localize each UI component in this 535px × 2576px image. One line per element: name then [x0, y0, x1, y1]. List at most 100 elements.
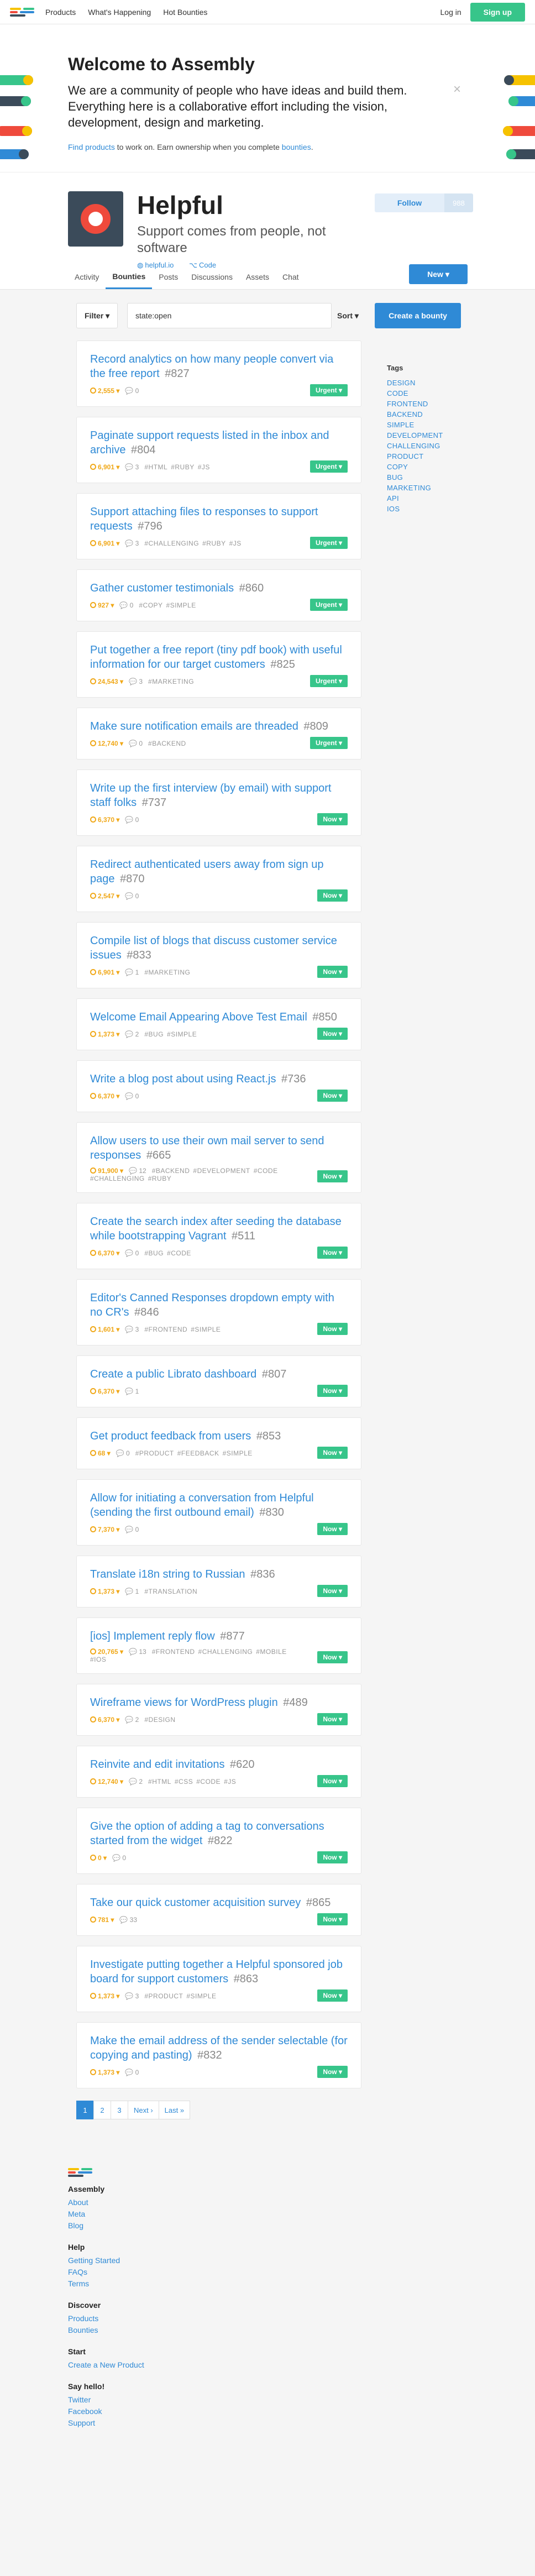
bounty-tag[interactable]: #TRANSLATION — [144, 1588, 197, 1595]
nav-products[interactable]: Products — [45, 8, 76, 17]
bounty-tag[interactable]: #JS — [224, 1778, 236, 1786]
status-badge[interactable]: Now ▾ — [317, 1247, 348, 1259]
sidebar-tag-link[interactable]: API — [387, 493, 464, 504]
bounty-title[interactable]: [ios] Implement reply flow #877 — [90, 1630, 250, 1642]
nav-hot-bounties[interactable]: Hot Bounties — [163, 8, 207, 17]
footer-link[interactable]: Getting Started — [68, 2255, 535, 2266]
sidebar-tag-link[interactable]: SIMPLE — [387, 420, 464, 430]
bounty-tag[interactable]: #BACKEND — [148, 740, 186, 747]
sidebar-tag-link[interactable]: IOS — [387, 504, 464, 514]
bounty-value[interactable]: 68 ▾ — [90, 1449, 111, 1457]
bounty-tag[interactable]: #HTML — [148, 1778, 171, 1786]
status-badge[interactable]: Now ▾ — [317, 889, 348, 902]
bounty-tag[interactable]: #DESIGN — [144, 1716, 175, 1724]
page-link[interactable]: Next › — [128, 2101, 159, 2119]
bounty-tag[interactable]: #FRONTEND — [144, 1326, 187, 1333]
bounty-title[interactable]: Wireframe views for WordPress plugin #48… — [90, 1697, 313, 1709]
bounty-value[interactable]: 6,370 ▾ — [90, 1092, 119, 1100]
status-badge[interactable]: Now ▾ — [317, 1913, 348, 1925]
sidebar-tag-link[interactable]: PRODUCT — [387, 451, 464, 462]
bounty-tag[interactable]: #PRODUCT — [144, 1992, 183, 2000]
bounty-tag[interactable]: #DEVELOPMENT — [193, 1167, 250, 1175]
sidebar-tag-link[interactable]: DEVELOPMENT — [387, 430, 464, 441]
tab-activity[interactable]: Activity — [68, 265, 106, 289]
footer-link[interactable]: Support — [68, 2417, 535, 2429]
status-badge[interactable]: Now ▾ — [317, 1523, 348, 1535]
bounty-tag[interactable]: #CODE — [167, 1249, 191, 1257]
footer-link[interactable]: Terms — [68, 2278, 535, 2290]
status-badge[interactable]: Now ▾ — [317, 1585, 348, 1597]
bounty-tag[interactable]: #FRONTEND — [152, 1648, 195, 1656]
status-badge[interactable]: Now ▾ — [317, 1090, 348, 1102]
status-badge[interactable]: Now ▾ — [317, 1713, 348, 1725]
signup-button[interactable]: Sign up — [470, 2, 525, 22]
bounty-title[interactable]: Compile list of blogs that discuss custo… — [90, 935, 337, 961]
bounty-tag[interactable]: #COPY — [139, 601, 162, 609]
sidebar-tag-link[interactable]: FRONTEND — [387, 399, 464, 409]
bounty-value[interactable]: 1,373 ▾ — [90, 2069, 119, 2076]
filter-button[interactable]: Filter ▾ — [76, 303, 118, 328]
status-badge[interactable]: Now ▾ — [317, 1323, 348, 1335]
bounty-tag[interactable]: #BUG — [144, 1030, 164, 1038]
status-badge[interactable]: Now ▾ — [317, 1651, 348, 1663]
tab-posts[interactable]: Posts — [152, 265, 185, 289]
bounties-link[interactable]: bounties — [282, 143, 311, 151]
status-badge[interactable]: Now ▾ — [317, 1028, 348, 1040]
page-link[interactable]: 2 — [93, 2101, 111, 2119]
bounty-title[interactable]: Create the search index after seeding th… — [90, 1216, 342, 1242]
bounty-title[interactable]: Record analytics on how many people conv… — [90, 353, 333, 380]
bounty-value[interactable]: 6,901 ▾ — [90, 540, 119, 547]
bounty-tag[interactable]: #CHALLENGING — [90, 1175, 145, 1182]
status-badge[interactable]: Now ▾ — [317, 1170, 348, 1182]
sidebar-tag-link[interactable]: CODE — [387, 388, 464, 399]
bounty-tag[interactable]: #IOS — [90, 1656, 106, 1663]
bounty-tag[interactable]: #CHALLENGING — [144, 540, 199, 547]
footer-link[interactable]: About — [68, 2197, 535, 2208]
footer-link[interactable]: Meta — [68, 2208, 535, 2220]
bounty-tag[interactable]: #RUBY — [148, 1175, 172, 1182]
bounty-title[interactable]: Support attaching files to responses to … — [90, 506, 318, 532]
bounty-tag[interactable]: #HTML — [144, 463, 167, 471]
footer-link[interactable]: Create a New Product — [68, 2359, 535, 2371]
bounty-value[interactable]: 1,373 ▾ — [90, 1588, 119, 1595]
bounty-value[interactable]: 12,740 ▾ — [90, 740, 123, 747]
bounty-value[interactable]: 1,601 ▾ — [90, 1326, 119, 1333]
tab-assets[interactable]: Assets — [239, 265, 276, 289]
login-link[interactable]: Log in — [440, 8, 461, 17]
footer-link[interactable]: Products — [68, 2313, 535, 2324]
status-badge[interactable]: Now ▾ — [317, 2066, 348, 2078]
bounty-tag[interactable]: #SIMPLE — [166, 601, 196, 609]
bounty-tag[interactable]: #FEEDBACK — [177, 1449, 219, 1457]
bounty-tag[interactable]: #MARKETING — [144, 968, 190, 976]
bounty-tag[interactable]: #MARKETING — [148, 678, 194, 685]
find-products-link[interactable]: Find products — [68, 143, 115, 151]
footer-link[interactable]: FAQs — [68, 2266, 535, 2278]
sidebar-tag-link[interactable]: BUG — [387, 472, 464, 483]
bounty-tag[interactable]: #BUG — [144, 1249, 164, 1257]
bounty-title[interactable]: Redirect authenticated users away from s… — [90, 858, 323, 885]
bounty-tag[interactable]: #RUBY — [202, 540, 226, 547]
footer-link[interactable]: Twitter — [68, 2394, 535, 2406]
bounty-tag[interactable]: #CODE — [196, 1778, 221, 1786]
close-icon[interactable]: × — [453, 82, 461, 97]
create-bounty-button[interactable]: Create a bounty — [375, 303, 461, 328]
bounty-title[interactable]: Put together a free report (tiny pdf boo… — [90, 644, 342, 671]
bounty-tag[interactable]: #SIMPLE — [186, 1992, 216, 2000]
bounty-tag[interactable]: #BACKEND — [152, 1167, 190, 1175]
bounty-tag[interactable]: #CODE — [254, 1167, 278, 1175]
bounty-title[interactable]: Make the email address of the sender sel… — [90, 2035, 348, 2061]
bounty-tag[interactable]: #JS — [198, 463, 210, 471]
assembly-logo[interactable] — [68, 2166, 93, 2179]
footer-link[interactable]: Facebook — [68, 2406, 535, 2417]
search-input[interactable] — [127, 303, 332, 328]
bounty-title[interactable]: Reinvite and edit invitations #620 — [90, 1758, 260, 1771]
status-badge[interactable]: Urgent ▾ — [310, 537, 348, 549]
bounty-tag[interactable]: #SIMPLE — [167, 1030, 197, 1038]
bounty-title[interactable]: Translate i18n string to Russian #836 — [90, 1568, 281, 1580]
bounty-value[interactable]: 927 ▾ — [90, 601, 114, 609]
bounty-value[interactable]: 1,373 ▾ — [90, 1030, 119, 1038]
bounty-value[interactable]: 20,765 ▾ — [90, 1648, 123, 1656]
tab-chat[interactable]: Chat — [276, 265, 306, 289]
status-badge[interactable]: Now ▾ — [317, 1851, 348, 1863]
bounty-title[interactable]: Take our quick customer acquisition surv… — [90, 1897, 336, 1909]
